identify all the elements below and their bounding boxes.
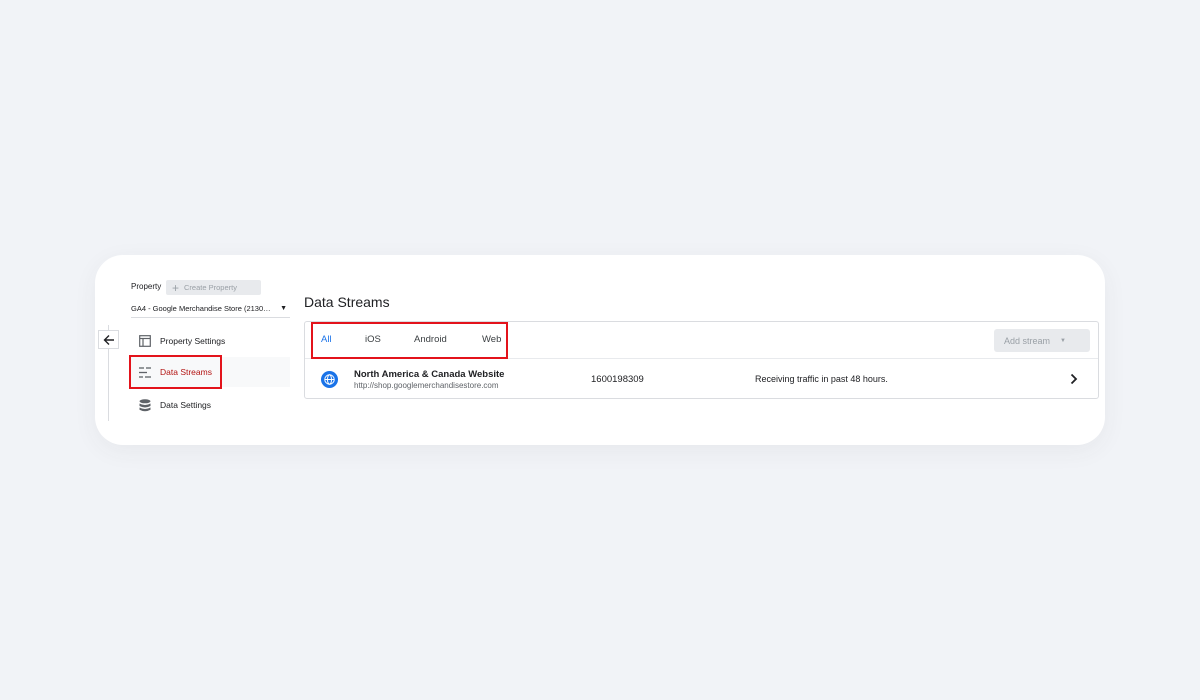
nav-item-data-streams[interactable]: Data Streams — [131, 357, 290, 387]
property-select-value: GA4 - Google Merchandise Store (2130… — [131, 304, 271, 313]
nav-item-label: Property Settings — [160, 336, 226, 346]
tab-android[interactable]: Android — [414, 334, 447, 345]
layout-icon — [138, 334, 152, 348]
tab-web[interactable]: Web — [482, 334, 501, 345]
tab-all[interactable]: All — [321, 334, 332, 345]
caret-down-icon: ▼ — [1060, 337, 1066, 344]
create-property-button[interactable]: + Create Property — [166, 280, 261, 295]
nav-item-property-settings[interactable]: Property Settings — [131, 326, 290, 356]
globe-icon — [321, 371, 338, 388]
tab-ios[interactable]: iOS — [365, 334, 381, 345]
stream-status: Receiving traffic in past 48 hours. — [755, 374, 888, 384]
chevron-right-icon[interactable] — [1068, 372, 1080, 386]
platform-tabs: All iOS Android Web Add stream ▼ — [305, 322, 1098, 359]
streams-icon — [138, 365, 152, 379]
back-button[interactable] — [98, 330, 119, 349]
nav-item-label: Data Settings — [160, 400, 212, 410]
add-stream-label: Add stream — [1004, 335, 1051, 346]
stream-url: http://shop.googlemerchandisestore.com — [354, 381, 499, 390]
nav-item-data-settings[interactable]: Data Settings — [131, 390, 290, 420]
property-label: Property — [131, 282, 162, 291]
stream-row[interactable]: North America & Canada Website http://sh… — [305, 359, 1098, 399]
page-title: Data Streams — [304, 294, 390, 310]
streams-panel: All iOS Android Web Add stream ▼ North A… — [304, 321, 1099, 399]
stream-id: 1600198309 — [591, 374, 644, 385]
plus-icon: + — [172, 280, 180, 295]
stream-name: North America & Canada Website — [354, 369, 505, 380]
create-property-label: Create Property — [184, 283, 237, 292]
arrow-left-icon — [103, 334, 114, 345]
database-icon — [138, 398, 152, 412]
nav-item-label: Data Streams — [160, 367, 212, 377]
property-select[interactable]: GA4 - Google Merchandise Store (2130… ▼ — [131, 300, 290, 318]
add-stream-button[interactable]: Add stream ▼ — [994, 329, 1090, 352]
caret-down-icon: ▼ — [280, 305, 287, 312]
